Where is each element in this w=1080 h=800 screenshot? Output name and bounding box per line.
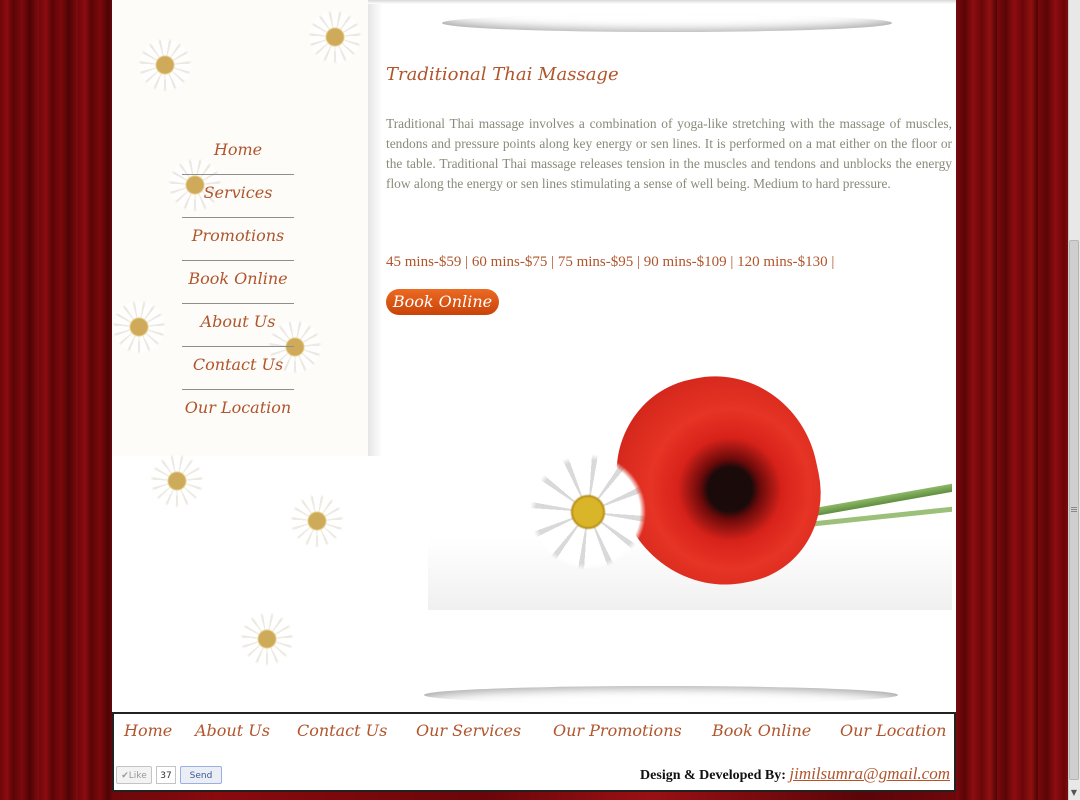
sidebar-item-our-location: Our Location bbox=[182, 390, 294, 432]
footer-link-contact-us[interactable]: Contact Us bbox=[297, 718, 387, 744]
page-title: Traditional Thai Massage bbox=[386, 64, 619, 85]
sidebar-nav: Home Services Promotions Book Online Abo… bbox=[182, 132, 294, 432]
footer-link-our-promotions[interactable]: Our Promotions bbox=[553, 718, 682, 744]
footer-link-home[interactable]: Home bbox=[124, 718, 172, 744]
footer-link-our-location[interactable]: Our Location bbox=[840, 718, 946, 744]
footer-link-our-services[interactable]: Our Services bbox=[416, 718, 521, 744]
service-description: Traditional Thai massage involves a comb… bbox=[386, 116, 952, 191]
sidebar-item-contact-us: Contact Us bbox=[182, 347, 294, 390]
sidebar-item-services: Services bbox=[182, 175, 294, 218]
nav-link-contact-us[interactable]: Contact Us bbox=[193, 355, 283, 374]
sidebar-item-about-us: About Us bbox=[182, 304, 294, 347]
book-online-button[interactable]: Book Online bbox=[386, 289, 499, 315]
like-count: 37 bbox=[156, 766, 176, 784]
poppy-daisy-image bbox=[428, 372, 952, 610]
nav-link-about-us[interactable]: About Us bbox=[201, 312, 276, 331]
sidebar-item-home: Home bbox=[182, 132, 294, 175]
nav-link-services[interactable]: Services bbox=[204, 183, 273, 202]
page-container: Home Services Promotions Book Online Abo… bbox=[112, 0, 956, 712]
top-divider bbox=[442, 14, 892, 32]
bottom-divider bbox=[424, 686, 898, 704]
nav-link-our-location[interactable]: Our Location bbox=[185, 398, 291, 417]
scrollbar-grip-icon bbox=[1071, 507, 1077, 508]
daisy-decoration-icon bbox=[290, 494, 344, 548]
daisy-decoration-icon bbox=[150, 454, 204, 508]
scrollbar-thumb[interactable] bbox=[1069, 240, 1079, 780]
footer-link-about-us[interactable]: About Us bbox=[195, 718, 270, 744]
facebook-send-button[interactable]: Send bbox=[180, 766, 222, 784]
wood-background-right bbox=[956, 0, 1068, 800]
footer-nav: Home About Us Contact Us Our Services Ou… bbox=[114, 718, 954, 744]
sidebar-shadow bbox=[368, 0, 382, 456]
price-list: 45 mins-$59 | 60 mins-$75 | 75 mins-$95 … bbox=[386, 254, 835, 270]
facebook-like-button[interactable]: ✔Like bbox=[116, 766, 152, 784]
footer-link-book-online[interactable]: Book Online bbox=[712, 718, 811, 744]
daisy-decoration-icon bbox=[308, 10, 362, 64]
nav-link-book-online[interactable]: Book Online bbox=[188, 269, 287, 288]
daisy-decoration-icon bbox=[138, 38, 192, 92]
nav-link-home[interactable]: Home bbox=[214, 140, 262, 159]
daisy-decoration-icon bbox=[112, 300, 166, 354]
wood-background-left bbox=[0, 0, 112, 800]
developer-credit: Design & Developed By: jimilsumra@gmail.… bbox=[640, 764, 950, 784]
credit-label: Design & Developed By: bbox=[640, 768, 786, 783]
nav-link-promotions[interactable]: Promotions bbox=[192, 226, 285, 245]
credit-email-link[interactable]: jimilsumra@gmail.com bbox=[789, 764, 950, 783]
daisy-decoration-icon bbox=[240, 612, 294, 666]
footer: Home About Us Contact Us Our Services Ou… bbox=[112, 712, 956, 792]
sidebar-item-promotions: Promotions bbox=[182, 218, 294, 261]
sidebar-item-book-online: Book Online bbox=[182, 261, 294, 304]
scroll-down-arrow-icon[interactable]: ▼ bbox=[1068, 786, 1080, 800]
top-edge bbox=[368, 0, 956, 4]
